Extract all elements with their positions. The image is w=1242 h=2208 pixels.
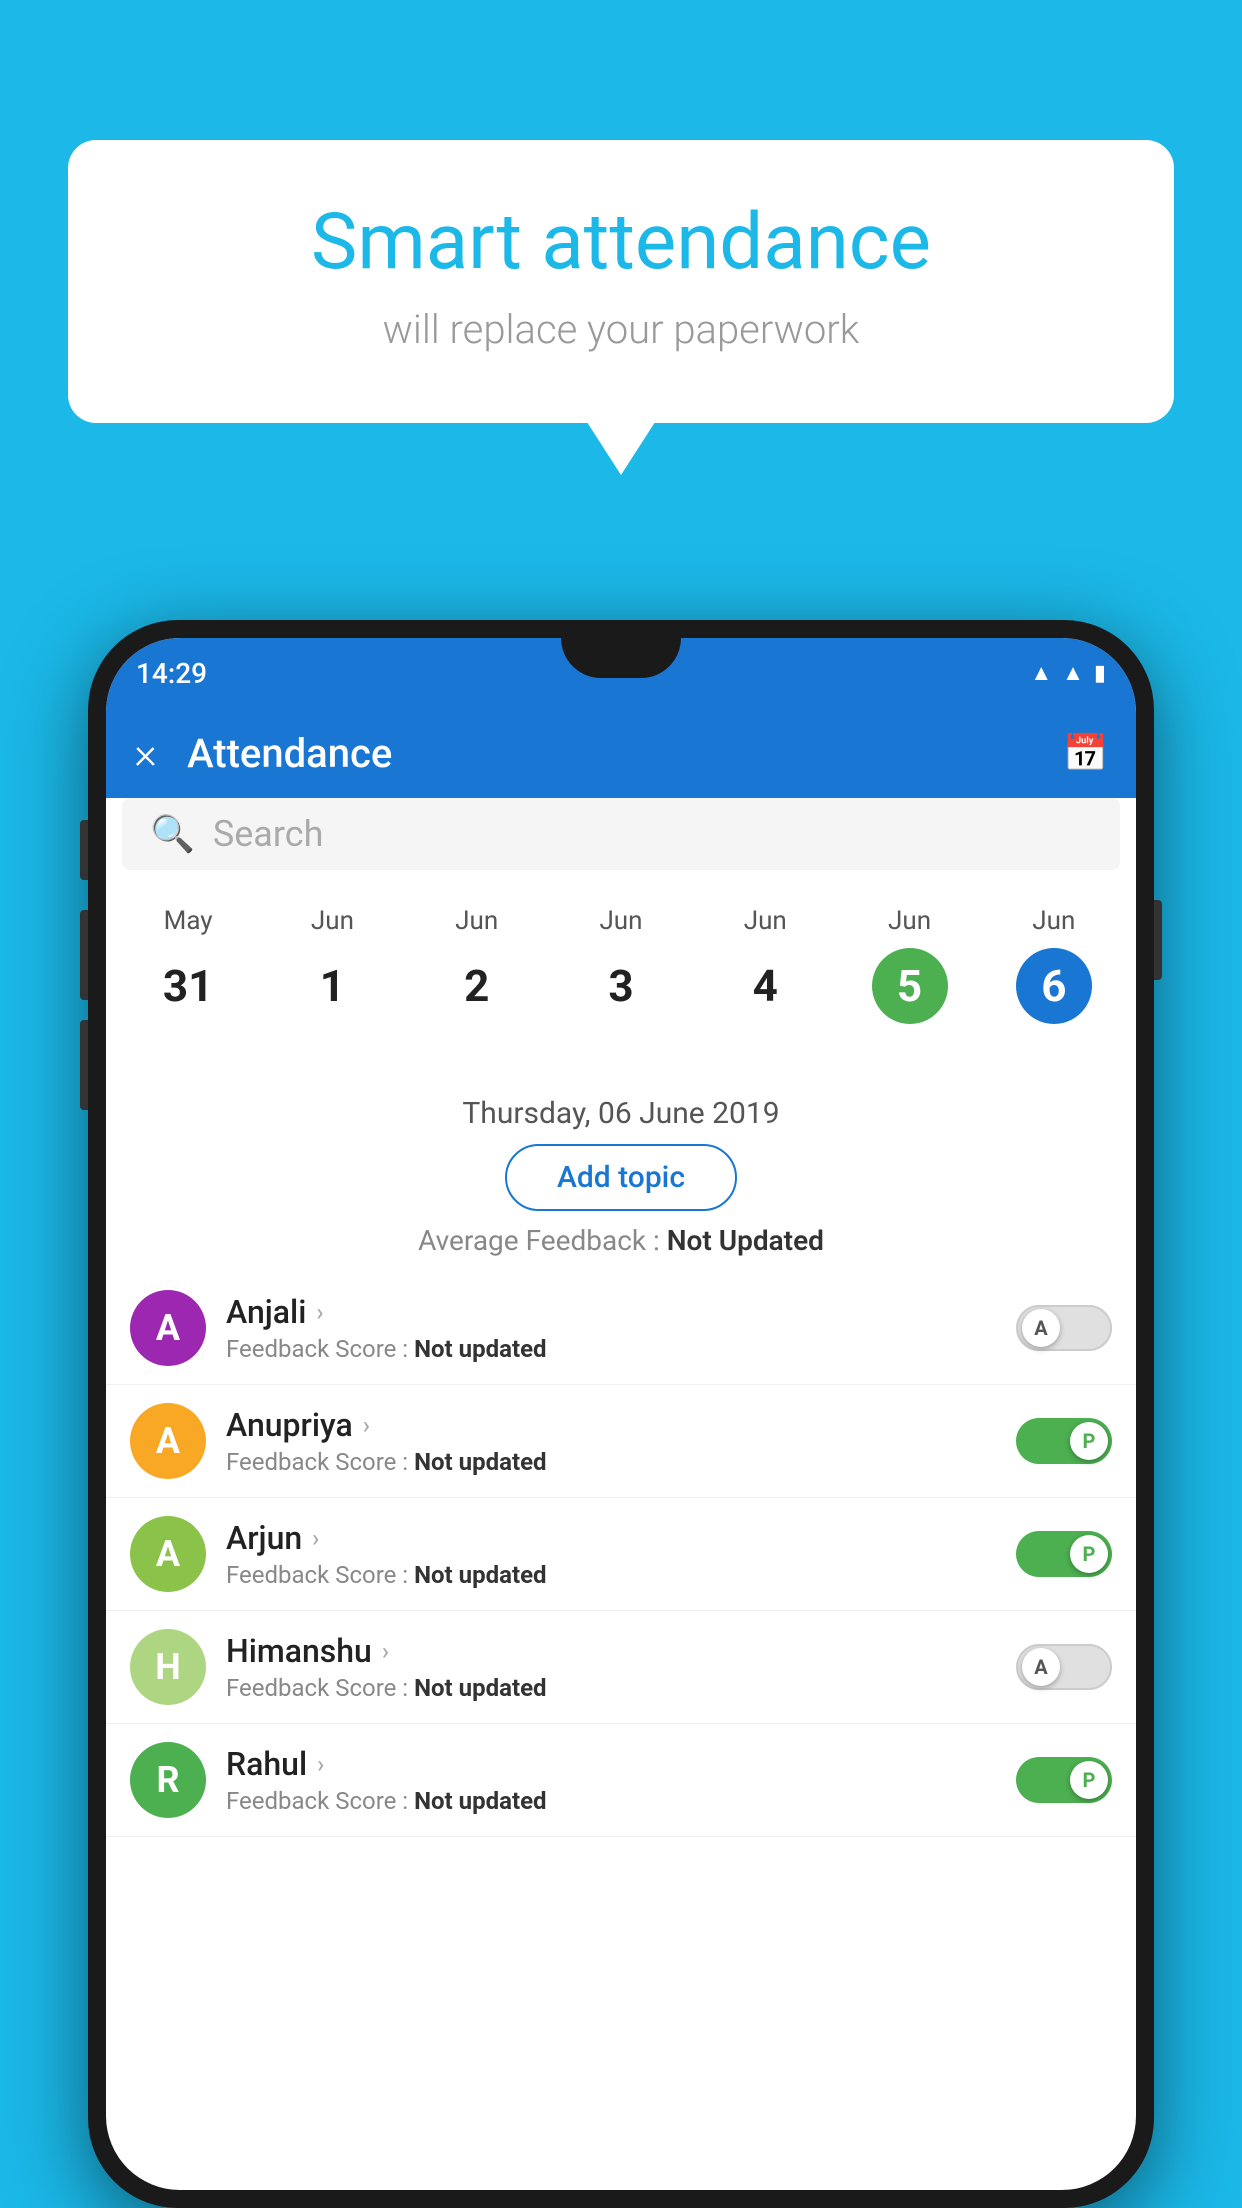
calendar-day[interactable]: Jun 3: [583, 906, 659, 1024]
student-list: AAnjali ›Feedback Score : Not updatedAAA…: [106, 1272, 1136, 2190]
cal-month-label: Jun: [311, 906, 354, 936]
power-button: [1154, 900, 1162, 980]
attendance-toggle[interactable]: P: [1016, 1418, 1112, 1464]
avatar: A: [130, 1516, 206, 1592]
student-row[interactable]: R Rahul › Feedback Score : Not updated P: [106, 1724, 1136, 1837]
cal-date-label: 2: [439, 948, 515, 1024]
volume-down-button: [80, 910, 88, 1000]
attendance-toggle[interactable]: A: [1016, 1305, 1112, 1351]
student-name: Himanshu ›: [226, 1632, 996, 1670]
speech-bubble: Smart attendance will replace your paper…: [68, 140, 1174, 423]
avatar: R: [130, 1742, 206, 1818]
calendar-day[interactable]: Jun 5: [872, 906, 948, 1024]
student-info: Anjali › Feedback Score : Not updated: [226, 1293, 996, 1363]
calendar-day[interactable]: Jun 4: [727, 906, 803, 1024]
calendar-strip: May 31 Jun 1 Jun 2 Jun 3 Jun 4 Jun 5 Jun 6: [106, 886, 1136, 1044]
cal-date-label: 3: [583, 948, 659, 1024]
cal-date-label: 31: [150, 948, 226, 1024]
student-feedback: Feedback Score : Not updated: [226, 1561, 996, 1589]
attendance-toggle[interactable]: A: [1016, 1644, 1112, 1690]
student-name: Arjun ›: [226, 1519, 996, 1557]
cal-month-label: Jun: [599, 906, 642, 936]
cal-date-label: 1: [294, 948, 370, 1024]
close-button[interactable]: ×: [134, 727, 157, 779]
student-feedback: Feedback Score : Not updated: [226, 1335, 996, 1363]
student-row[interactable]: A Arjun › Feedback Score : Not updated P: [106, 1498, 1136, 1611]
cal-month-label: Jun: [888, 906, 931, 936]
avatar: H: [130, 1629, 206, 1705]
student-name: Anupriya ›: [226, 1406, 996, 1444]
app-bar: × Attendance 📅: [106, 708, 1136, 798]
chevron-icon: ›: [312, 1524, 319, 1552]
silent-button: [80, 1020, 88, 1110]
avg-feedback-label: Average Feedback :: [418, 1224, 667, 1257]
student-info: Anupriya › Feedback Score : Not updated: [226, 1406, 996, 1476]
phone-screen: 14:29 ▲ ▲ ▮ × Attendance 📅 🔍 Search: [106, 638, 1136, 2190]
status-icons: ▲ ▲ ▮: [1030, 660, 1106, 686]
search-icon: 🔍: [150, 813, 195, 855]
chevron-icon: ›: [382, 1637, 389, 1665]
calendar-day[interactable]: May 31: [150, 906, 226, 1024]
attendance-toggle[interactable]: P: [1016, 1757, 1112, 1803]
search-container: 🔍 Search: [122, 798, 1120, 870]
student-name: Anjali ›: [226, 1293, 996, 1331]
signal-icon: ▲: [1062, 660, 1084, 686]
search-input[interactable]: Search: [213, 813, 1092, 855]
app-bar-title: Attendance: [187, 730, 1063, 777]
cal-month-label: May: [164, 906, 213, 936]
chevron-icon: ›: [363, 1411, 370, 1439]
calendar-day[interactable]: Jun 1: [294, 906, 370, 1024]
add-topic-button[interactable]: Add topic: [505, 1144, 737, 1211]
avg-feedback-value: Not Updated: [667, 1224, 824, 1257]
student-info: Himanshu › Feedback Score : Not updated: [226, 1632, 996, 1702]
student-row[interactable]: H Himanshu › Feedback Score : Not updated A: [106, 1611, 1136, 1724]
cal-date-label: 6: [1016, 948, 1092, 1024]
cal-month-label: Jun: [1032, 906, 1075, 936]
cal-date-label: 4: [727, 948, 803, 1024]
avg-feedback: Average Feedback : Not Updated: [106, 1224, 1136, 1257]
calendar-icon[interactable]: 📅: [1063, 732, 1108, 774]
cal-month-label: Jun: [455, 906, 498, 936]
phone-frame: 14:29 ▲ ▲ ▮ × Attendance 📅 🔍 Search: [88, 620, 1154, 2208]
student-feedback: Feedback Score : Not updated: [226, 1448, 996, 1476]
student-name: Rahul ›: [226, 1745, 996, 1783]
calendar-day[interactable]: Jun 6: [1016, 906, 1092, 1024]
avatar: A: [130, 1403, 206, 1479]
cal-month-label: Jun: [744, 906, 787, 936]
cal-date-label: 5: [872, 948, 948, 1024]
avatar: A: [130, 1290, 206, 1366]
student-row[interactable]: A Anupriya › Feedback Score : Not updated P: [106, 1385, 1136, 1498]
bubble-subtitle: will replace your paperwork: [118, 306, 1124, 353]
search-bar[interactable]: 🔍 Search: [122, 798, 1120, 870]
student-info: Rahul › Feedback Score : Not updated: [226, 1745, 996, 1815]
wifi-icon: ▲: [1030, 660, 1052, 686]
student-row[interactable]: A Anjali › Feedback Score : Not updated A: [106, 1272, 1136, 1385]
calendar-day[interactable]: Jun 2: [439, 906, 515, 1024]
bubble-title: Smart attendance: [118, 200, 1124, 286]
student-feedback: Feedback Score : Not updated: [226, 1787, 996, 1815]
status-time: 14:29: [136, 657, 207, 690]
chevron-icon: ›: [317, 1750, 324, 1778]
date-header: Thursday, 06 June 2019: [106, 1096, 1136, 1131]
student-feedback: Feedback Score : Not updated: [226, 1674, 996, 1702]
phone-container: 14:29 ▲ ▲ ▮ × Attendance 📅 🔍 Search: [88, 620, 1154, 2208]
chevron-icon: ›: [316, 1298, 323, 1326]
attendance-toggle[interactable]: P: [1016, 1531, 1112, 1577]
volume-up-button: [80, 820, 88, 880]
battery-icon: ▮: [1094, 661, 1106, 686]
student-info: Arjun › Feedback Score : Not updated: [226, 1519, 996, 1589]
